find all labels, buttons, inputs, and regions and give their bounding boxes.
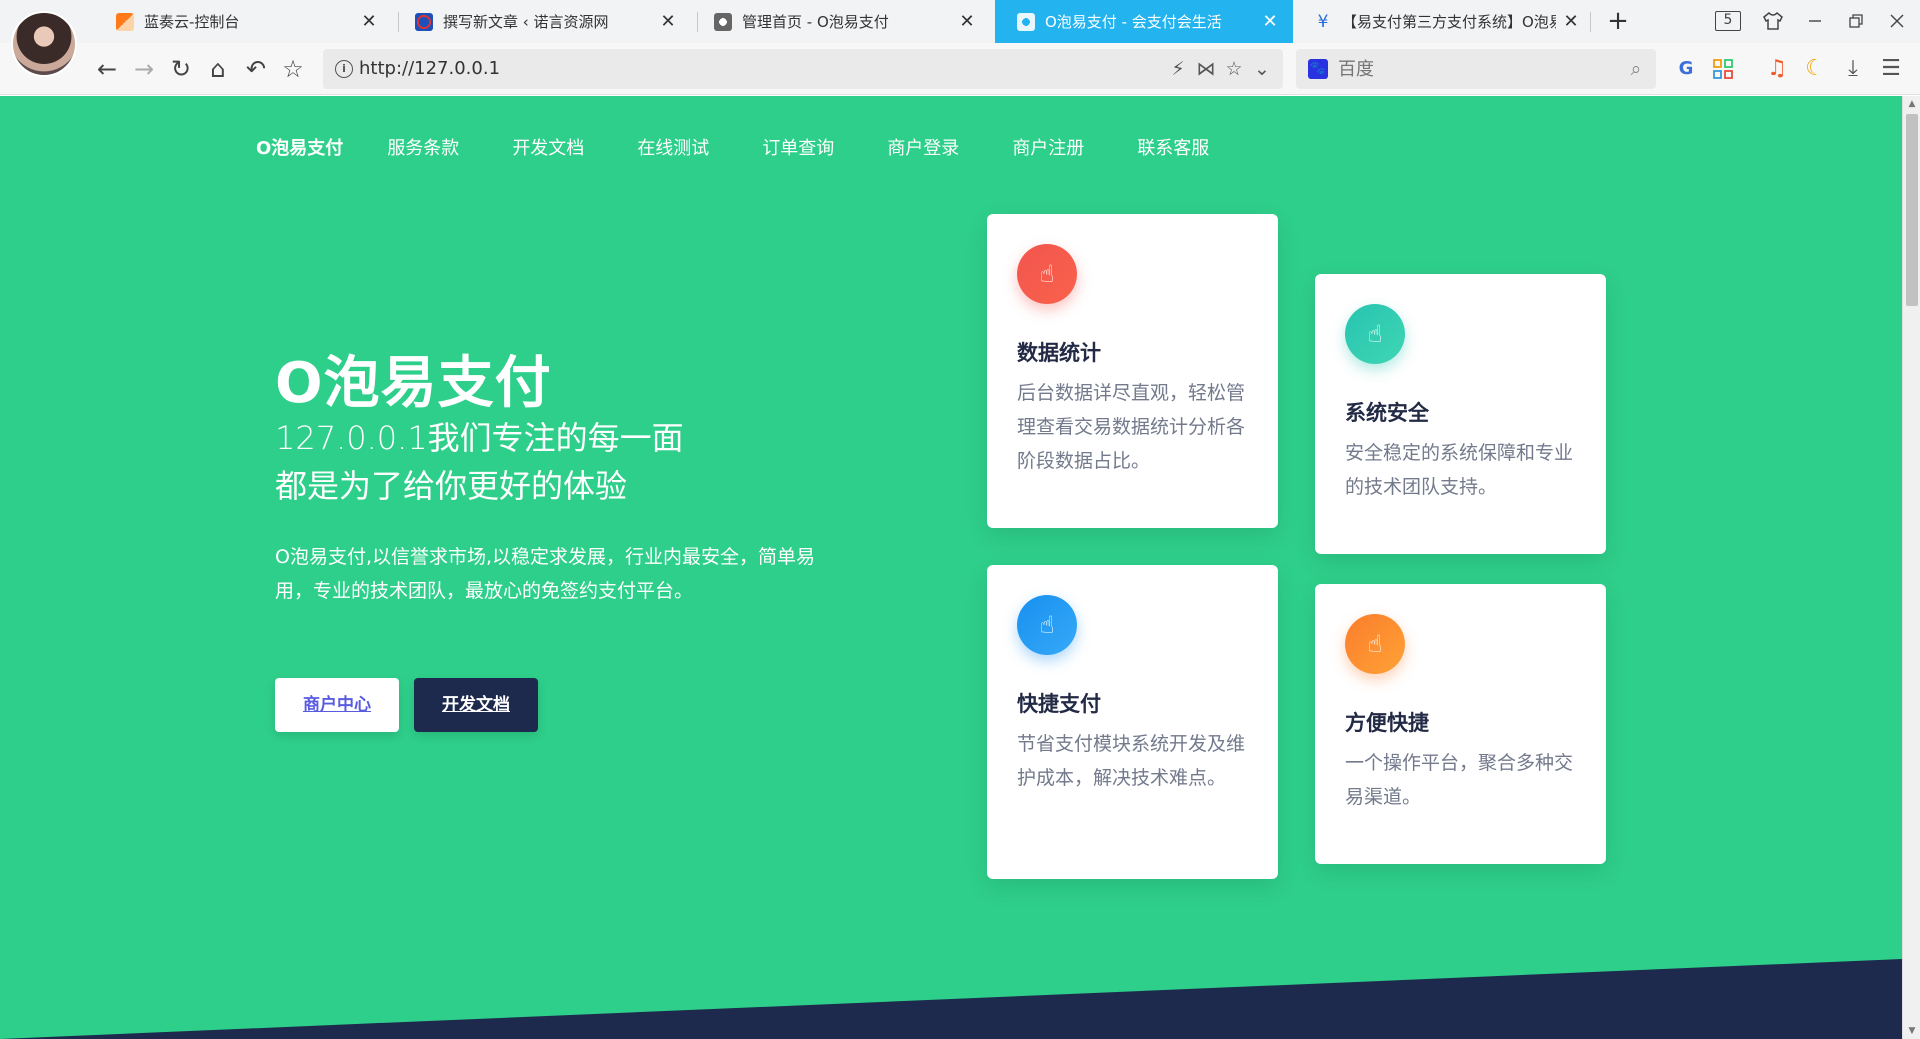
tab-title: 蓝奏云-控制台: [144, 13, 240, 31]
globe-icon: [714, 12, 732, 31]
restore-icon[interactable]: [1839, 8, 1873, 34]
undo-close-icon[interactable]: ↶: [241, 54, 271, 84]
favorite-star-icon[interactable]: ☆: [1222, 57, 1246, 81]
tab-title: 【易支付第三方支付系统】O泡易: [1342, 13, 1556, 31]
close-icon[interactable]: ✕: [1261, 12, 1279, 31]
reload-icon[interactable]: ↻: [166, 54, 196, 84]
tab-list-button[interactable]: 5: [1711, 8, 1745, 34]
hand-pointer-icon: ☝: [1345, 614, 1405, 674]
lanzou-icon: [116, 12, 134, 31]
footer-wave: [0, 959, 1902, 1039]
bookmark-star-icon[interactable]: ☆: [278, 54, 308, 84]
tab-divider: [1590, 12, 1591, 32]
music-icon[interactable]: ♫: [1762, 54, 1792, 84]
site-info-icon[interactable]: i: [335, 60, 353, 78]
tab-admin[interactable]: 管理首页 - O泡易支付 ✕: [692, 0, 990, 43]
user-avatar[interactable]: [11, 11, 77, 77]
scrollbar-thumb[interactable]: [1906, 114, 1918, 306]
flash-icon[interactable]: ⚡: [1166, 57, 1190, 81]
translate-icon[interactable]: G: [1671, 54, 1701, 84]
close-icon[interactable]: ✕: [360, 12, 378, 31]
scroll-up-arrow-icon[interactable]: ▲: [1903, 96, 1920, 112]
hand-pointer-icon: ☝: [1345, 304, 1405, 364]
globe-icon: [1017, 12, 1035, 31]
deer-icon: ¥: [1317, 11, 1329, 32]
skin-icon[interactable]: [1756, 8, 1790, 34]
nav-item-test[interactable]: 在线测试: [637, 134, 709, 160]
search-icon[interactable]: ⌕: [1624, 57, 1648, 81]
feature-card-stats: ☝ 数据统计 后台数据详尽直观，轻松管理查看交易数据统计分析各阶段数据占比。: [987, 214, 1278, 528]
close-window-icon[interactable]: [1880, 8, 1914, 34]
feature-title: 快捷支付: [1017, 692, 1101, 716]
nuoyan-icon: [415, 12, 433, 31]
forward-icon[interactable]: →: [129, 54, 159, 84]
hero-title: O泡易支付: [275, 351, 552, 416]
nav-item-support[interactable]: 联系客服: [1137, 134, 1209, 160]
site-nav: O泡易支付 服务条款 开发文档 在线测试 订单查询 商户登录 商户注册 联系客服: [256, 134, 1262, 160]
nav-item-login[interactable]: 商户登录: [887, 134, 959, 160]
feature-card-convenient: ☝ 方便快捷 一个操作平台，聚合多种交易渠道。: [1315, 584, 1606, 864]
tab-title: 管理首页 - O泡易支付: [742, 13, 889, 31]
tab-title: O泡易支付 - 会支付会生活: [1045, 13, 1222, 31]
tab-epay-system[interactable]: ¥ 【易支付第三方支付系统】O泡易 ✕: [1292, 0, 1594, 43]
tab-lanzou[interactable]: 蓝奏云-控制台 ✕: [94, 0, 392, 43]
menu-icon[interactable]: ☰: [1876, 54, 1906, 84]
feature-title: 系统安全: [1345, 401, 1429, 425]
feature-card-security: ☝ 系统安全 安全稳定的系统保障和专业的技术团队支持。: [1315, 274, 1606, 554]
feature-text: 一个操作平台，聚合多种交易渠道。: [1345, 752, 1574, 808]
hand-pointer-icon: ☝: [1017, 595, 1077, 655]
url-text[interactable]: http://127.0.0.1: [359, 58, 500, 79]
nav-brand[interactable]: O泡易支付: [256, 134, 343, 160]
feature-title: 方便快捷: [1345, 711, 1429, 735]
merchant-center-button[interactable]: 商户中心: [275, 678, 399, 732]
close-icon[interactable]: ✕: [659, 12, 677, 31]
nav-item-docs[interactable]: 开发文档: [512, 134, 584, 160]
back-icon[interactable]: ←: [92, 54, 122, 84]
page-viewport: O泡易支付 服务条款 开发文档 在线测试 订单查询 商户登录 商户注册 联系客服…: [0, 96, 1902, 1039]
tab-strip: 蓝奏云-控制台 ✕ 撰写新文章 ‹ 诺言资源网 ✕ 管理首页 - O泡易支付 ✕…: [0, 0, 1920, 77]
close-icon[interactable]: ✕: [958, 12, 976, 31]
nav-item-order-query[interactable]: 订单查询: [762, 134, 834, 160]
dev-docs-button[interactable]: 开发文档: [414, 678, 538, 732]
download-icon[interactable]: ⤓: [1838, 54, 1868, 84]
feature-text: 节省支付模块系统开发及维护成本，解决技术难点。: [1017, 733, 1246, 789]
nav-item-terms[interactable]: 服务条款: [387, 134, 459, 160]
night-mode-icon[interactable]: ☾: [1800, 54, 1830, 84]
search-box[interactable]: 🐾 ⌕: [1296, 49, 1656, 89]
feature-title: 数据统计: [1017, 341, 1101, 365]
scroll-down-arrow-icon[interactable]: ▼: [1903, 1023, 1920, 1039]
feature-card-quickpay: ☝ 快捷支付 节省支付模块系统开发及维护成本，解决技术难点。: [987, 565, 1278, 879]
hero-subtitle-line2: 都是为了给你更好的体验: [275, 467, 628, 505]
hero-subtitle-line1: 127.0.0.1我们专注的每一面: [275, 419, 684, 457]
tab-title: 撰写新文章 ‹ 诺言资源网: [443, 13, 609, 31]
hand-pointer-icon: ☝: [1017, 244, 1077, 304]
home-icon[interactable]: ⌂: [203, 54, 233, 84]
minimize-icon[interactable]: [1798, 8, 1832, 34]
hero-description: O泡易支付,以信誉求市场,以稳定求发展，行业内最安全，简单易用，专业的技术团队，…: [275, 546, 816, 602]
nav-item-register[interactable]: 商户注册: [1012, 134, 1084, 160]
search-input[interactable]: [1338, 56, 1608, 82]
tab-nuoyan[interactable]: 撰写新文章 ‹ 诺言资源网 ✕: [393, 0, 691, 43]
feature-text: 后台数据详尽直观，轻松管理查看交易数据统计分析各阶段数据占比。: [1017, 382, 1246, 472]
chevron-down-icon[interactable]: ⌄: [1250, 57, 1274, 81]
new-tab-button[interactable]: +: [1603, 6, 1633, 36]
hero-subtitle: 127.0.0.1我们专注的每一面 都是为了给你更好的体验: [275, 414, 684, 510]
apps-grid-icon[interactable]: [1708, 54, 1738, 84]
page-scrollbar[interactable]: ▲ ▼: [1902, 96, 1920, 1039]
feature-text: 安全稳定的系统保障和专业的技术团队支持。: [1345, 442, 1574, 498]
browser-toolbar: ← → ↻ ⌂ ↶ ☆ i http://127.0.0.1 ⚡ ⋈ ☆ ⌄ 🐾…: [0, 43, 1920, 95]
baidu-icon[interactable]: 🐾: [1308, 59, 1328, 79]
address-bar[interactable]: i http://127.0.0.1 ⚡ ⋈ ☆ ⌄: [323, 49, 1283, 89]
tab-opay-active[interactable]: O泡易支付 - 会支付会生活 ✕: [995, 0, 1293, 43]
tab-count-badge: 5: [1715, 11, 1741, 31]
share-icon[interactable]: ⋈: [1194, 57, 1218, 81]
close-icon[interactable]: ✕: [1562, 12, 1580, 31]
